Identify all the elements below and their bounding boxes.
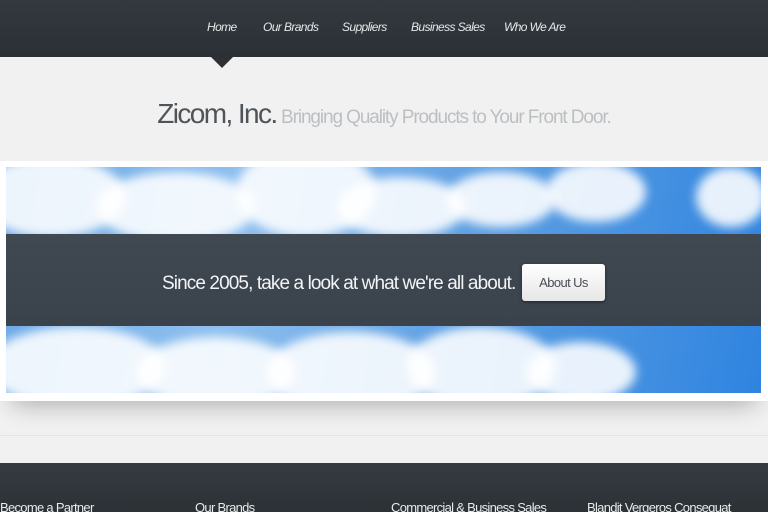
site-name: Zicom, Inc. (157, 98, 278, 129)
message-band: Since 2005, take a look at what we're al… (6, 234, 761, 326)
footer-heading-commercial-business-sales: Commercial & Business Sales (391, 500, 547, 512)
nav-item-suppliers[interactable]: Suppliers (342, 20, 387, 34)
footer-heading-our-brands: Our Brands (195, 500, 255, 512)
nav-item-business-sales[interactable]: Business Sales (411, 20, 485, 34)
nav-menu: Home Our Brands Suppliers Business Sales… (0, 0, 768, 57)
footer-heading-become-a-partner: Become a Partner (0, 500, 94, 512)
site-tagline: Bringing Quality Products to Your Front … (281, 107, 612, 128)
sky-image: Since 2005, take a look at what we're al… (6, 167, 761, 393)
banner-message: Since 2005, take a look at what we're al… (162, 273, 516, 294)
site-header: Zicom, Inc. Bringing Quality Products to… (0, 98, 768, 130)
footer-heading-blandit-vergeros-consequat: Blandit Vergeros Consequat (587, 500, 731, 512)
about-us-button[interactable]: About Us (522, 264, 605, 301)
footer: Become a Partner Our Brands Commercial &… (0, 463, 768, 512)
nav-item-home[interactable]: Home (207, 20, 237, 34)
footer-divider (0, 435, 768, 436)
nav-item-our-brands[interactable]: Our Brands (263, 20, 319, 34)
top-navigation-bar: Home Our Brands Suppliers Business Sales… (0, 0, 768, 57)
nav-item-who-we-are[interactable]: Who We Are (504, 20, 566, 34)
hero-banner: Since 2005, take a look at what we're al… (0, 161, 768, 401)
active-nav-pointer (211, 57, 233, 68)
